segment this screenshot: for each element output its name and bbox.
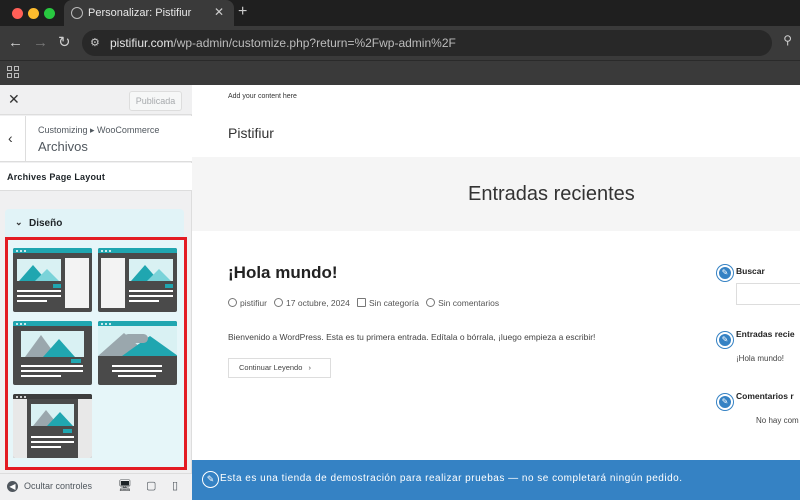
read-more-label: Continuar Leyendo: [239, 363, 303, 372]
back-button[interactable]: ‹: [0, 116, 26, 162]
layout-option-4[interactable]: [98, 321, 177, 385]
user-icon: [228, 298, 237, 307]
mobile-icon[interactable]: ▯: [172, 479, 178, 492]
post-comments[interactable]: Sin comentarios: [438, 298, 499, 308]
page-hero: Entradas recientes: [192, 157, 800, 231]
edit-pencil-icon[interactable]: ✎: [717, 332, 733, 348]
customizer-sidebar: ✕ Publicada ‹ Customizing ▸ WooCommerce …: [0, 85, 192, 500]
post-excerpt: Bienvenido a WordPress. Esta es tu prime…: [228, 332, 596, 342]
hide-controls-button[interactable]: Ocultar controles: [24, 481, 92, 491]
section-title: Archivos: [38, 139, 88, 154]
recent-post-link[interactable]: ¡Hola mundo!: [736, 354, 784, 363]
chevron-left-icon: ‹: [8, 130, 13, 146]
comment-icon: [426, 298, 436, 307]
customizer-footer: ◀ Ocultar controles 🖥 ▢ ▯: [0, 473, 192, 500]
globe-icon: [71, 7, 83, 19]
search-input[interactable]: [736, 283, 800, 305]
chevron-right-icon: ›: [308, 363, 311, 372]
archives-layout-label: Archives Page Layout: [7, 172, 106, 182]
read-more-button[interactable]: Continuar Leyendo ›: [228, 358, 331, 378]
layout-option-1[interactable]: [13, 248, 92, 312]
tab-close-icon[interactable]: ✕: [214, 5, 224, 19]
top-note: Add your content here: [228, 93, 297, 100]
section-header: ‹ Customizing ▸ WooCommerce Archivos: [0, 116, 192, 162]
clock-icon: [274, 298, 284, 307]
apps-grid-icon[interactable]: [7, 66, 19, 78]
browser-chrome: Personalizar: Pistifiur ✕ + ← → ↻ ⚙ pist…: [0, 0, 800, 85]
browser-tab[interactable]: Personalizar: Pistifiur ✕: [64, 0, 234, 26]
collapse-icon[interactable]: ◀: [7, 481, 18, 492]
address-bar[interactable]: ⚙ pistifiur.com/wp-admin/customize.php?r…: [82, 30, 772, 56]
breadcrumb: Customizing ▸ WooCommerce: [38, 125, 160, 135]
bookmarks-bar: [0, 60, 800, 85]
archives-layout-heading: Archives Page Layout: [0, 163, 192, 191]
edit-pencil-icon[interactable]: ✎: [202, 471, 219, 488]
edit-pencil-icon[interactable]: ✎: [717, 265, 733, 281]
site-title[interactable]: Pistifiur: [228, 125, 274, 141]
post-author[interactable]: pistifiur: [240, 298, 267, 308]
new-tab-button[interactable]: +: [238, 3, 247, 21]
tablet-icon[interactable]: ▢: [146, 479, 156, 492]
layout-option-2[interactable]: [98, 248, 177, 312]
widget-recent-posts-title: Entradas recie: [736, 329, 795, 339]
post-date[interactable]: 17 octubre, 2024: [286, 298, 350, 308]
page-hero-title: Entradas recientes: [468, 183, 635, 205]
layout-option-5[interactable]: [13, 394, 92, 458]
design-toggle[interactable]: ⌄ Diseño: [15, 217, 63, 229]
store-notice-bar: ✎ Esta es una tienda de demostración par…: [192, 460, 800, 500]
close-window-button[interactable]: [12, 8, 23, 19]
store-notice-text: Esta es una tienda de demostración para …: [220, 473, 683, 484]
site-preview: Add your content here Pistifiur Entradas…: [192, 85, 800, 460]
no-comments-text: No hay com: [756, 416, 799, 425]
customizer-header: ✕ Publicada: [0, 85, 192, 115]
back-arrow-icon[interactable]: ←: [8, 34, 23, 51]
post-category[interactable]: Sin categoría: [369, 298, 419, 308]
tab-title: Personalizar: Pistifiur: [88, 7, 192, 19]
widget-recent-comments-title: Comentarios r: [736, 391, 794, 401]
folder-icon: [356, 298, 366, 307]
edit-pencil-icon[interactable]: ✎: [717, 394, 733, 410]
post-title[interactable]: ¡Hola mundo!: [228, 263, 338, 283]
chevron-down-icon: ⌄: [15, 217, 23, 227]
layout-options-group: [5, 237, 187, 470]
forward-arrow-icon[interactable]: →: [33, 34, 48, 51]
minimize-window-button[interactable]: [28, 8, 39, 19]
layout-option-3[interactable]: [13, 321, 92, 385]
design-label: Diseño: [29, 218, 63, 229]
maximize-window-button[interactable]: [44, 8, 55, 19]
close-customizer-icon[interactable]: ✕: [8, 91, 20, 108]
widget-search-title: Buscar: [736, 266, 765, 276]
publish-button[interactable]: Publicada: [129, 91, 182, 111]
reload-icon[interactable]: ↻: [58, 33, 71, 51]
browser-toolbar: ← → ↻ ⚙ pistifiur.com/wp-admin/customize…: [0, 26, 800, 60]
url-text[interactable]: pistifiur.com/wp-admin/customize.php?ret…: [110, 36, 456, 50]
site-settings-icon[interactable]: ⚙: [90, 36, 104, 50]
desktop-icon[interactable]: 🖥: [118, 479, 132, 492]
post-meta: pistifiur 17 octubre, 2024 Sin categoría…: [228, 298, 499, 308]
zoom-icon[interactable]: ⚲: [783, 33, 792, 47]
